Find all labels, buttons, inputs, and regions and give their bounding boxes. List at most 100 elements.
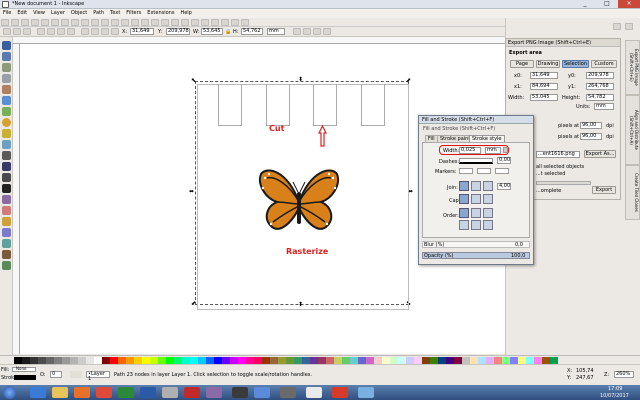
fill-stroke-icon[interactable] xyxy=(191,19,199,26)
cut-tab-4[interactable] xyxy=(361,84,385,126)
width-field[interactable]: 53,045 xyxy=(530,94,558,101)
transform-gradients-icon[interactable] xyxy=(313,28,321,35)
palette-swatch[interactable] xyxy=(70,357,78,364)
blur-value[interactable]: 0,0 xyxy=(515,242,523,248)
rotate-cw-icon[interactable] xyxy=(47,28,55,35)
dpi-field-1[interactable]: 96,00 xyxy=(580,122,602,129)
pencil-tool-icon[interactable] xyxy=(2,151,11,160)
duplicate-icon[interactable] xyxy=(141,19,149,26)
palette-swatch[interactable] xyxy=(158,357,166,364)
x0-field[interactable]: 31,649 xyxy=(530,72,558,79)
palette-swatch[interactable] xyxy=(462,357,470,364)
order-stroke-markers-icon[interactable] xyxy=(471,220,481,230)
palette-swatch[interactable] xyxy=(446,357,454,364)
palette-swatch[interactable] xyxy=(374,357,382,364)
palette-swatch[interactable] xyxy=(486,357,494,364)
palette-swatch[interactable] xyxy=(118,357,126,364)
palette-swatch[interactable] xyxy=(342,357,350,364)
palette-swatch[interactable] xyxy=(110,357,118,364)
raise-top-icon[interactable] xyxy=(111,28,119,35)
zoom-drawing-icon[interactable] xyxy=(121,19,129,26)
export-as-button[interactable]: Export As... xyxy=(584,150,616,158)
app2-taskbar-icon[interactable] xyxy=(232,387,248,398)
scale-handle-w[interactable]: ⬌ xyxy=(189,188,194,195)
menu-file[interactable]: File xyxy=(0,9,14,17)
dock-tab-align[interactable]: Align and Distribute (Shift+Ctrl+A) xyxy=(625,95,640,165)
ie-taskbar-icon[interactable] xyxy=(30,387,46,398)
palette-swatch[interactable] xyxy=(350,357,358,364)
palette-swatch[interactable] xyxy=(550,357,558,364)
dpi-field-2[interactable]: 96,00 xyxy=(580,133,602,140)
palette-swatch[interactable] xyxy=(38,357,46,364)
palette-swatch[interactable] xyxy=(518,357,526,364)
palette-swatch[interactable] xyxy=(46,357,54,364)
palette-swatch[interactable] xyxy=(30,357,38,364)
zoom-tool-icon[interactable] xyxy=(2,74,11,83)
print-icon[interactable] xyxy=(31,19,39,26)
flip-vertical-icon[interactable] xyxy=(67,28,75,35)
measure-tool-icon[interactable] xyxy=(2,85,11,94)
units-select[interactable]: mm xyxy=(594,103,614,110)
transform-patterns-icon[interactable] xyxy=(323,28,331,35)
node-tool-icon[interactable] xyxy=(2,52,11,61)
export-button[interactable]: Export xyxy=(592,186,616,194)
palette-swatch[interactable] xyxy=(254,357,262,364)
copy-icon[interactable] xyxy=(81,19,89,26)
scale-handle-sw[interactable]: ⬋ xyxy=(191,300,196,307)
palette-swatch[interactable] xyxy=(542,357,550,364)
flip-horizontal-icon[interactable] xyxy=(57,28,65,35)
text-tool-icon[interactable] xyxy=(2,184,11,193)
square-cap-icon[interactable] xyxy=(483,194,493,204)
spiral-tool-icon[interactable] xyxy=(2,140,11,149)
miter-limit-field[interactable]: 4,00 xyxy=(497,183,511,190)
order-stroke-fill-icon[interactable] xyxy=(471,208,481,218)
order-fill-markers-icon[interactable] xyxy=(483,208,493,218)
palette-swatch[interactable] xyxy=(78,357,86,364)
word-taskbar-icon[interactable] xyxy=(140,387,156,398)
zoom-field[interactable]: 260% xyxy=(614,371,634,378)
select-all-icon[interactable] xyxy=(3,28,11,35)
palette-swatch[interactable] xyxy=(230,357,238,364)
export-drawing-button[interactable]: Drawing xyxy=(536,60,560,68)
minimize-button[interactable]: _ xyxy=(574,0,596,8)
y-field[interactable]: 209,978 xyxy=(166,28,190,35)
bucket-tool-icon[interactable] xyxy=(2,217,11,226)
menu-object[interactable]: Object xyxy=(68,9,90,17)
cut-tab-2[interactable] xyxy=(266,84,290,126)
palette-swatch[interactable] xyxy=(398,357,406,364)
open-icon[interactable] xyxy=(11,19,19,26)
palette-swatch[interactable] xyxy=(86,357,94,364)
export-icon[interactable] xyxy=(51,19,59,26)
palette-swatch[interactable] xyxy=(510,357,518,364)
clock-time[interactable]: 17:09 xyxy=(608,386,622,392)
export-selection-button[interactable]: Selection xyxy=(562,60,589,68)
palette-swatch[interactable] xyxy=(126,357,134,364)
deselect-icon[interactable] xyxy=(23,28,31,35)
palette-swatch[interactable] xyxy=(190,357,198,364)
palette-swatch[interactable] xyxy=(430,357,438,364)
select-all-layers-icon[interactable] xyxy=(13,28,21,35)
group-icon[interactable] xyxy=(171,19,179,26)
scale-stroke-icon[interactable] xyxy=(293,28,301,35)
order-markers-fill-icon[interactable] xyxy=(459,220,469,230)
menu-layer[interactable]: Layer xyxy=(48,9,68,17)
layer-visibility-icon[interactable] xyxy=(70,371,82,378)
palette-swatch[interactable] xyxy=(534,357,542,364)
h-field[interactable]: 54,762 xyxy=(241,28,263,35)
dock-tab-export[interactable]: Export PNG Image (Shift+Ctrl+E) xyxy=(625,40,640,95)
palette-swatch[interactable] xyxy=(198,357,206,364)
menu-help[interactable]: Help xyxy=(177,9,194,17)
palette-swatch[interactable] xyxy=(406,357,414,364)
chrome2-taskbar-icon[interactable] xyxy=(306,387,322,398)
palette-swatch[interactable] xyxy=(182,357,190,364)
mesh-tool-icon[interactable] xyxy=(2,239,11,248)
bevel-join-icon[interactable] xyxy=(483,181,493,191)
dropper-tool-icon[interactable] xyxy=(2,250,11,259)
stroke-width-field[interactable]: 0,025 xyxy=(459,147,481,154)
xml-editor-icon[interactable] xyxy=(211,19,219,26)
lower-icon[interactable] xyxy=(91,28,99,35)
export-page-button[interactable]: Page xyxy=(510,60,534,68)
palette-swatch[interactable] xyxy=(422,357,430,364)
palette-swatch[interactable] xyxy=(238,357,246,364)
palette-swatch[interactable] xyxy=(526,357,534,364)
